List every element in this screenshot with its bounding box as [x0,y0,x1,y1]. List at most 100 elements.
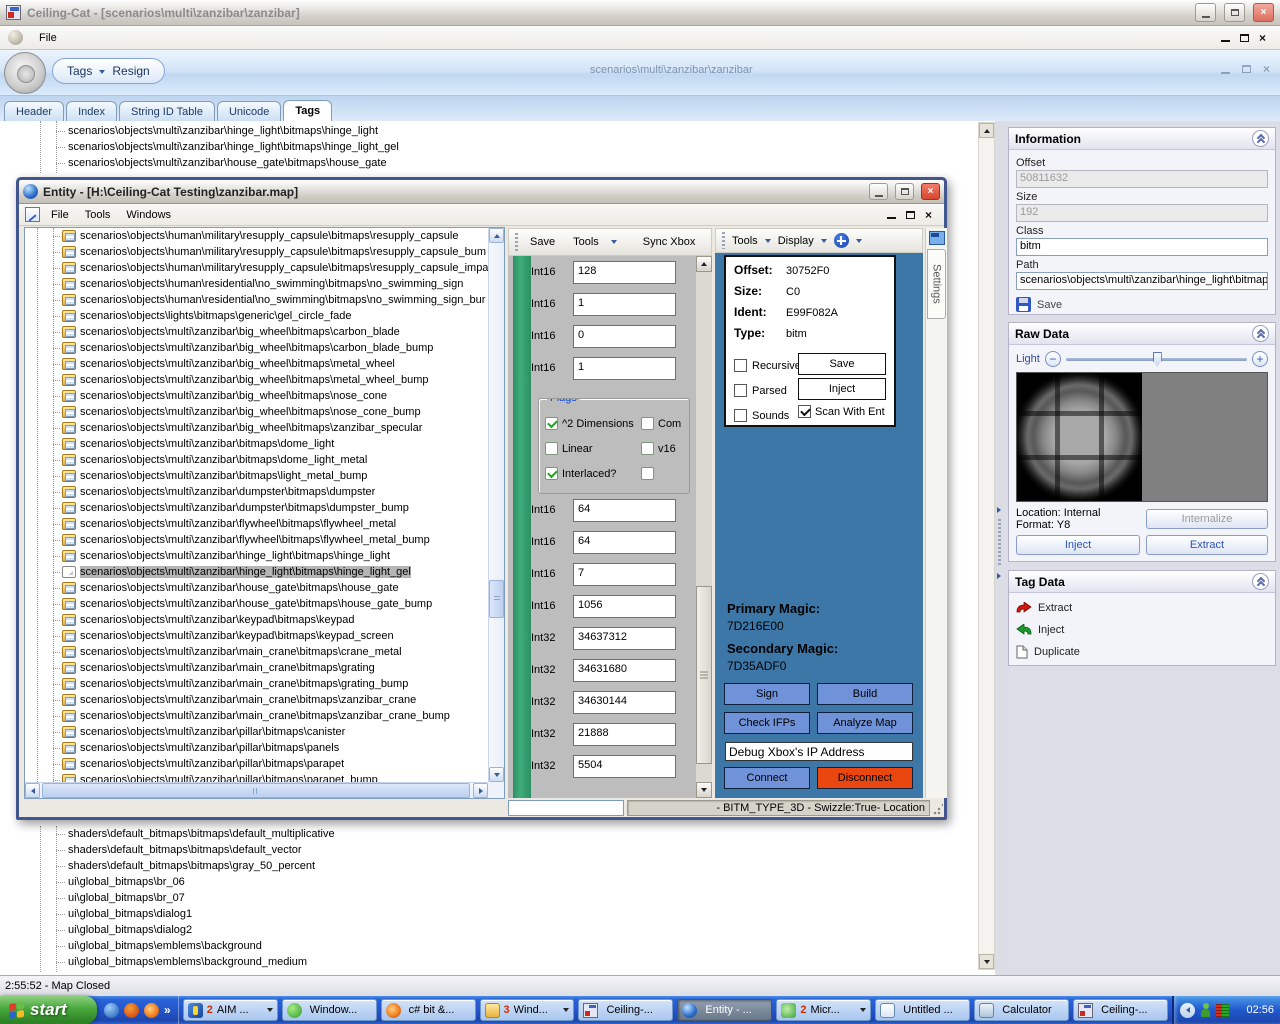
tree-item[interactable]: scenarios\objects\multi\zanzibar\big_whe… [25,420,504,436]
build-button[interactable]: Build [817,683,913,705]
add-dropdown-icon[interactable] [856,239,862,243]
checkbox-icon[interactable] [545,442,558,455]
tree-item[interactable]: scenarios\objects\multi\zanzibar\keypad\… [25,628,504,644]
caption-minimize-icon[interactable] [1221,72,1230,74]
flag-checkbox[interactable]: Interlaced? [545,467,641,480]
tree-item[interactable]: scenarios\objects\multi\zanzibar\bitmaps… [25,452,504,468]
taskbar-button[interactable]: Entity - ... [677,999,772,1021]
meta-scrollbar[interactable] [696,256,712,798]
meta-field-input[interactable]: 21888 [573,723,676,746]
tree-item[interactable]: scenarios\objects\human\residential\no_s… [25,276,504,292]
tree-vertical-scrollbar[interactable] [488,228,504,782]
tree-item[interactable]: scenarios\objects\multi\zanzibar\bitmaps… [25,436,504,452]
tag-duplicate-button[interactable]: Duplicate [1016,641,1268,663]
tree-item[interactable]: scenarios\objects\multi\zanzibar\main_cr… [25,660,504,676]
group-dropdown-icon[interactable] [563,1008,569,1012]
taskbar-button[interactable]: Ceiling-... [578,999,673,1021]
scroll-down-icon[interactable] [696,782,712,798]
meta-field-input[interactable]: 5504 [573,755,676,778]
disconnect-button[interactable]: Disconnect [817,767,913,789]
light-minus-button[interactable]: − [1045,351,1061,367]
view-tab[interactable]: Unicode [217,101,281,121]
taskbar-button[interactable]: Ceiling-... [1073,999,1168,1021]
flag-checkbox[interactable] [641,467,690,480]
flag-checkbox[interactable]: ^2 Dimensions [545,417,641,430]
scroll-up-icon[interactable] [979,123,994,138]
analyze-map-button[interactable]: Analyze Map [817,712,913,734]
light-plus-button[interactable]: + [1252,351,1268,367]
flag-checkbox[interactable]: Com [641,417,690,430]
view-tab[interactable]: String ID Table [119,101,215,121]
meta-field-input[interactable]: 64 [573,499,676,522]
tree-item[interactable]: scenarios\objects\multi\zanzibar\main_cr… [25,644,504,660]
meta-field-input[interactable]: 34630144 [573,691,676,714]
mdi-close-icon[interactable]: × [1259,33,1266,43]
tree-item[interactable]: scenarios\objects\human\military\resuppl… [25,244,504,260]
entity-mdi-minimize-icon[interactable] [887,217,896,219]
view-tab[interactable]: Tags [283,100,332,121]
resize-grip[interactable] [933,801,943,815]
entity-mdi-restore-icon[interactable] [906,211,915,219]
wheel-icon[interactable] [4,52,46,94]
messenger-tray-icon[interactable] [1200,1003,1211,1017]
quick-launch-overflow-icon[interactable]: » [164,1003,171,1017]
meta-tools-button[interactable]: Tools [567,234,605,250]
scroll-up-icon[interactable] [489,228,504,243]
tray-chevron-icon[interactable] [1180,1003,1195,1018]
tree-item[interactable]: scenarios\objects\multi\zanzibar\hinge_l… [25,564,504,580]
map-tools-button[interactable]: Tools [732,235,758,247]
view-tab[interactable]: Header [4,101,64,121]
tree-item[interactable]: scenarios\objects\multi\zanzibar\big_whe… [25,388,504,404]
tag-list-item[interactable]: scenarios\objects\multi\zanzibar\hinge_l… [0,139,973,155]
entity-search-input[interactable] [508,800,624,816]
taskbar-button[interactable]: Window... [282,999,377,1021]
tag-list-item[interactable]: ui\global_bitmaps\br_07 [0,890,973,906]
scan-with-ent-checkbox[interactable]: Scan With Ent [798,405,885,418]
checkbox-icon[interactable] [734,409,747,422]
group-dropdown-icon[interactable] [267,1008,273,1012]
scrollbar-thumb[interactable] [489,580,504,618]
taskbar-button[interactable]: c# bit &... [381,999,476,1021]
minimize-button[interactable] [1195,3,1216,22]
sync-xbox-button[interactable]: Sync Xbox [637,234,702,250]
tag-list-item[interactable]: ui\global_bitmaps\emblems\background [0,938,973,954]
path-field[interactable]: scenarios\objects\multi\zanzibar\hinge_l… [1016,272,1268,290]
restore-button[interactable] [1224,3,1245,22]
tree-item[interactable]: scenarios\objects\multi\zanzibar\big_whe… [25,404,504,420]
connect-button[interactable]: Connect [724,767,810,789]
tree-item[interactable]: scenarios\objects\multi\zanzibar\main_cr… [25,692,504,708]
tree-item[interactable]: scenarios\objects\multi\zanzibar\pillar\… [25,756,504,772]
taskbar-button[interactable]: Untitled ... [875,999,970,1021]
settings-tab[interactable]: Settings [927,249,946,319]
light-slider-thumb[interactable] [1153,352,1162,367]
entity-close-button[interactable]: × [921,183,940,200]
tree-item[interactable]: scenarios\objects\multi\zanzibar\house_g… [25,580,504,596]
view-tab[interactable]: Index [66,101,117,121]
tree-item[interactable]: scenarios\objects\multi\zanzibar\pillar\… [25,724,504,740]
tree-item[interactable]: scenarios\objects\multi\zanzibar\main_cr… [25,676,504,692]
checkbox-icon[interactable] [641,442,654,455]
tag-inject-button[interactable]: Inject [1016,619,1268,641]
tags-button[interactable]: Tags [67,64,92,78]
tree-item[interactable]: scenarios\objects\multi\zanzibar\dumpste… [25,484,504,500]
checkbox-icon[interactable] [641,467,654,480]
collapse-right-icon[interactable] [997,507,1001,513]
tag-inject-button[interactable]: Inject [798,378,886,400]
tree-item[interactable]: scenarios\objects\multi\zanzibar\big_whe… [25,324,504,340]
meta-field-input[interactable]: 34637312 [573,627,676,650]
entity-menu-item[interactable]: Windows [119,207,178,223]
settings-window-icon[interactable] [929,231,945,245]
meta-field-input[interactable]: 34631680 [573,659,676,682]
flag-checkbox[interactable]: Linear [545,442,641,455]
scrollbar-thumb[interactable] [696,586,712,764]
group-dropdown-icon[interactable] [860,1008,866,1012]
tree-item[interactable]: scenarios\objects\multi\zanzibar\flywhee… [25,516,504,532]
resign-button[interactable]: Resign [112,64,149,78]
sidebar-save-button[interactable]: Save [1016,297,1268,312]
tag-extract-button[interactable]: Extract [1016,597,1268,619]
sign-button[interactable]: Sign [724,683,810,705]
class-field[interactable]: bitm [1016,238,1268,256]
internalize-button[interactable]: Internalize [1146,509,1268,529]
mdi-minimize-icon[interactable] [1221,40,1230,42]
scroll-down-icon[interactable] [979,954,994,969]
